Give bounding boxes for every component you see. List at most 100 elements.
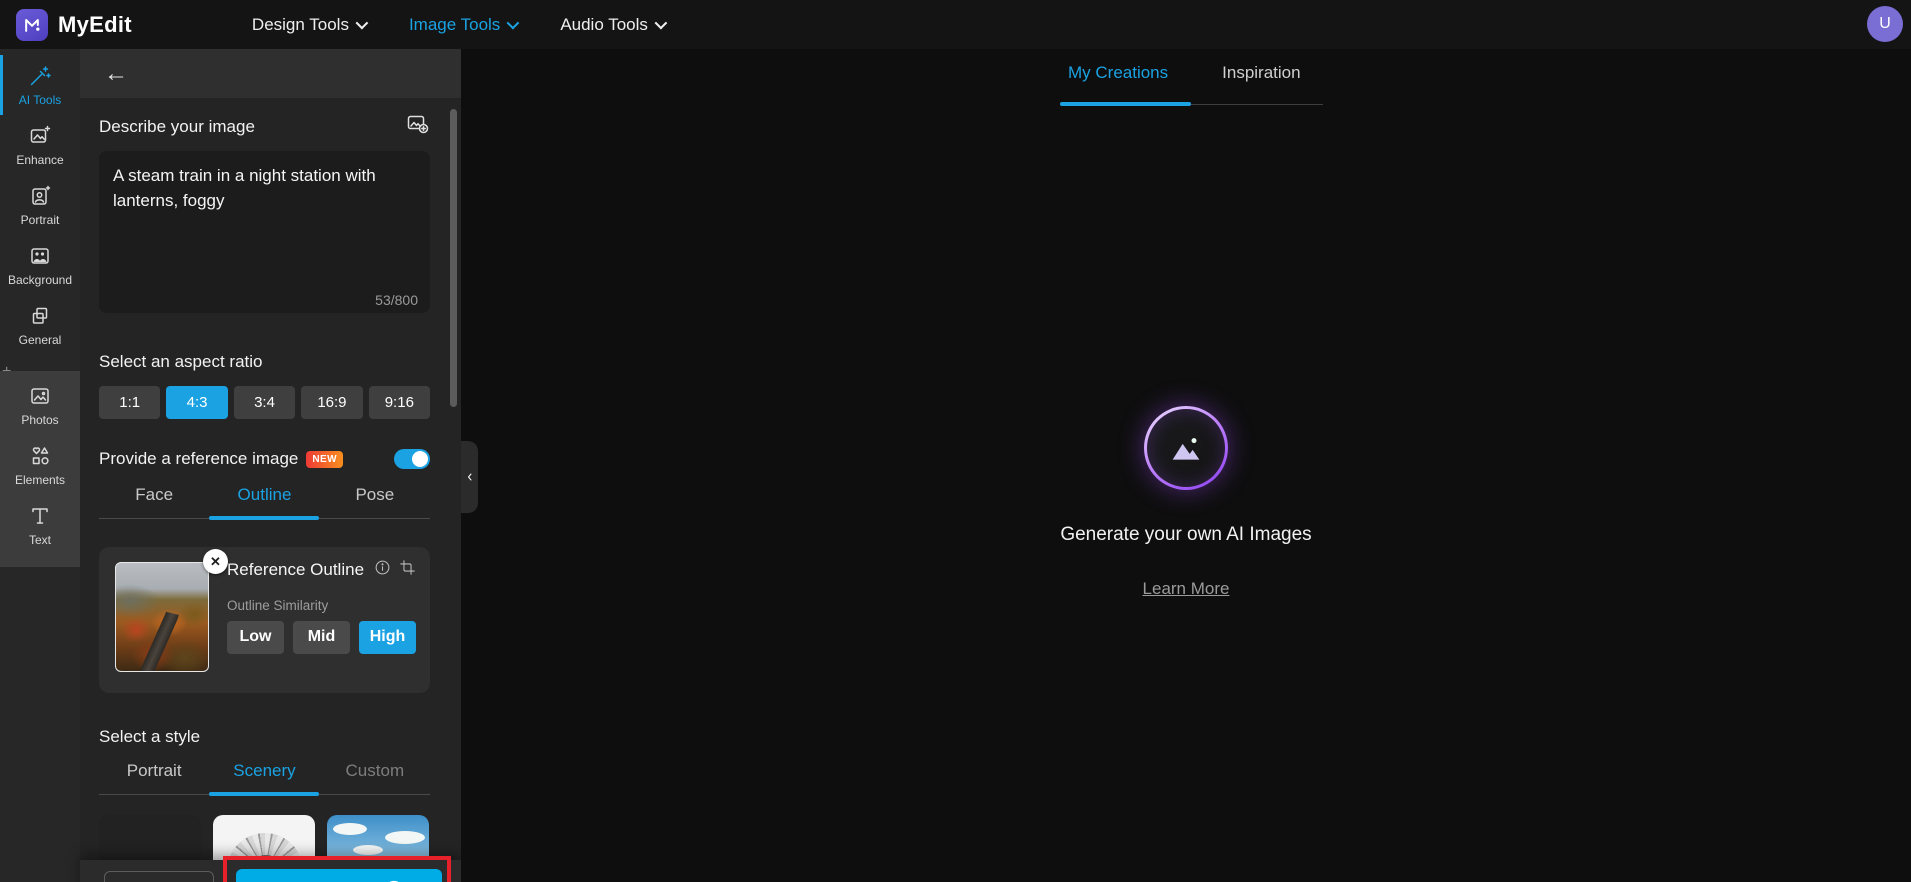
tab-face[interactable]: Face	[99, 485, 209, 518]
similarity-mid-button[interactable]: Mid	[293, 620, 350, 654]
tool-sidebar: AI Tools Enhance Portrait Background Gen…	[0, 49, 80, 882]
brand-name: MyEdit	[58, 11, 132, 37]
character-count: 53/800	[375, 292, 418, 308]
generate-button[interactable]: Generate	[236, 869, 442, 882]
new-badge: NEW	[306, 450, 343, 468]
background-icon	[31, 247, 49, 264]
panel-body: Describe your image A steam train in a n…	[80, 98, 461, 882]
top-navigation: Design Tools Image Tools Audio Tools	[251, 14, 668, 35]
aspect-1-1-button[interactable]: 1:1	[99, 386, 161, 419]
sidebar-item-label: Portrait	[20, 212, 60, 227]
image-count-dropdown[interactable]: 2 images	[104, 871, 214, 882]
style-tabs: Portrait Scenery Custom	[99, 761, 430, 794]
sidebar-item-label: AI Tools	[18, 92, 62, 107]
magic-wand-icon	[30, 65, 51, 85]
reference-image-toggle[interactable]	[394, 449, 430, 469]
similarity-low-button[interactable]: Low	[227, 620, 284, 654]
sidebar-item-label: Enhance	[16, 152, 64, 167]
tab-style-scenery[interactable]: Scenery	[209, 761, 319, 794]
reference-card-title: Reference Outline	[227, 560, 365, 579]
empty-state: Generate your own AI Images Learn More	[461, 406, 1911, 599]
reference-image-label: Provide a reference image	[99, 449, 299, 468]
back-button[interactable]: ←	[104, 61, 128, 86]
brand-logo[interactable]: MyEdit	[16, 8, 132, 41]
tab-my-creations[interactable]: My Creations	[1060, 63, 1176, 101]
user-avatar[interactable]: U	[1867, 6, 1903, 42]
image-to-prompt-icon[interactable]	[406, 112, 430, 141]
myedit-logo-icon	[16, 8, 48, 41]
tab-style-custom[interactable]: Custom	[320, 761, 430, 794]
menu-audio-tools[interactable]: Audio Tools	[560, 14, 668, 35]
aspect-4-3-button[interactable]: 4:3	[166, 386, 228, 419]
sidebar-item-label: General	[18, 332, 62, 347]
photos-icon	[31, 387, 49, 404]
tab-style-portrait[interactable]: Portrait	[99, 761, 209, 794]
chevron-down-icon	[506, 16, 520, 30]
tutorial-highlight-box: Generate	[223, 856, 451, 882]
menu-image-tools[interactable]: Image Tools	[408, 14, 520, 35]
sidebar-item-label: Photos	[21, 412, 59, 427]
sidebar-item-portrait[interactable]: Portrait	[0, 175, 80, 235]
similarity-level-group: Low Mid High	[227, 620, 416, 654]
tab-pose[interactable]: Pose	[320, 485, 430, 518]
collapse-panel-handle[interactable]	[461, 441, 478, 513]
empty-state-title: Generate your own AI Images	[1060, 524, 1312, 545]
chevron-down-icon	[654, 16, 668, 30]
aspect-ratio-group: 1:1 4:3 3:4 16:9 9:16	[99, 386, 431, 419]
crop-icon[interactable]	[399, 559, 416, 576]
tab-outline[interactable]: Outline	[209, 485, 319, 518]
top-bar: MyEdit Design Tools Image Tools Audio To…	[0, 0, 1911, 49]
reference-image-thumbnail[interactable]	[115, 562, 209, 672]
chevron-down-icon	[355, 16, 369, 30]
layers-icon	[32, 307, 48, 324]
menu-image-tools-label: Image Tools	[408, 14, 501, 34]
sidebar-edit-group: AI Tools Enhance Portrait Background Gen…	[0, 49, 80, 355]
sidebar-item-elements[interactable]: Elements	[0, 435, 80, 495]
sidebar-item-ai-tools[interactable]: AI Tools	[0, 55, 80, 115]
sidebar-item-photos[interactable]: Photos	[0, 375, 80, 435]
aspect-9-16-button[interactable]: 9:16	[368, 386, 431, 419]
text-icon	[32, 507, 48, 524]
sidebar-item-label: Elements	[14, 472, 66, 487]
sidebar-item-background[interactable]: Background	[0, 235, 80, 295]
panel-footer: 2 images Generate	[80, 856, 461, 882]
portrait-icon	[32, 185, 51, 205]
enhance-icon	[30, 125, 51, 143]
sidebar-item-text[interactable]: Text	[0, 495, 80, 555]
chevron-left-icon	[467, 473, 471, 481]
ai-images-glow-icon	[1144, 406, 1228, 490]
sidebar-media-group: Photos Elements Text	[0, 371, 80, 567]
sidebar-item-enhance[interactable]: Enhance	[0, 115, 80, 175]
creations-tabs: My Creations Inspiration	[1060, 63, 1309, 101]
reference-outline-card: ✕ Reference Outline Outline Similarity L…	[99, 547, 430, 693]
menu-design-tools-label: Design Tools	[251, 14, 349, 34]
reference-type-tabs: Face Outline Pose	[99, 485, 430, 518]
outline-similarity-label: Outline Similarity	[227, 597, 329, 613]
sidebar-item-general[interactable]: General	[0, 295, 80, 355]
reference-thumbnail-track	[139, 608, 179, 671]
info-icon[interactable]	[374, 559, 391, 576]
menu-audio-tools-label: Audio Tools	[560, 14, 648, 34]
creations-area: My Creations Inspiration Generate your o…	[461, 49, 1911, 882]
panel-scrollbar[interactable]	[450, 109, 457, 407]
aspect-16-9-button[interactable]: 16:9	[301, 386, 363, 419]
toggle-knob	[412, 451, 428, 467]
tab-underline	[99, 516, 430, 520]
prompt-field-wrapper: A steam train in a night station with la…	[99, 151, 430, 318]
aspect-3-4-button[interactable]: 3:4	[233, 386, 296, 419]
sidebar-item-label: Background	[7, 272, 73, 287]
ai-image-panel: ← Describe your image A steam train in a…	[80, 49, 478, 882]
prompt-input[interactable]: A steam train in a night station with la…	[99, 151, 430, 313]
similarity-high-button[interactable]: High	[359, 620, 416, 654]
myedit-app: MyEdit Design Tools Image Tools Audio To…	[0, 0, 1911, 882]
shapes-icon	[32, 446, 49, 464]
tab-inspiration[interactable]: Inspiration	[1214, 63, 1308, 101]
panel-header: ←	[80, 49, 461, 98]
mountain-image-icon	[1172, 438, 1200, 460]
describe-label: Describe your image	[99, 116, 255, 136]
creations-tab-underline	[1060, 102, 1323, 106]
remove-reference-button[interactable]: ✕	[203, 549, 228, 574]
style-label: Select a style	[99, 727, 201, 746]
learn-more-link[interactable]: Learn More	[1143, 579, 1230, 599]
menu-design-tools[interactable]: Design Tools	[251, 14, 369, 35]
